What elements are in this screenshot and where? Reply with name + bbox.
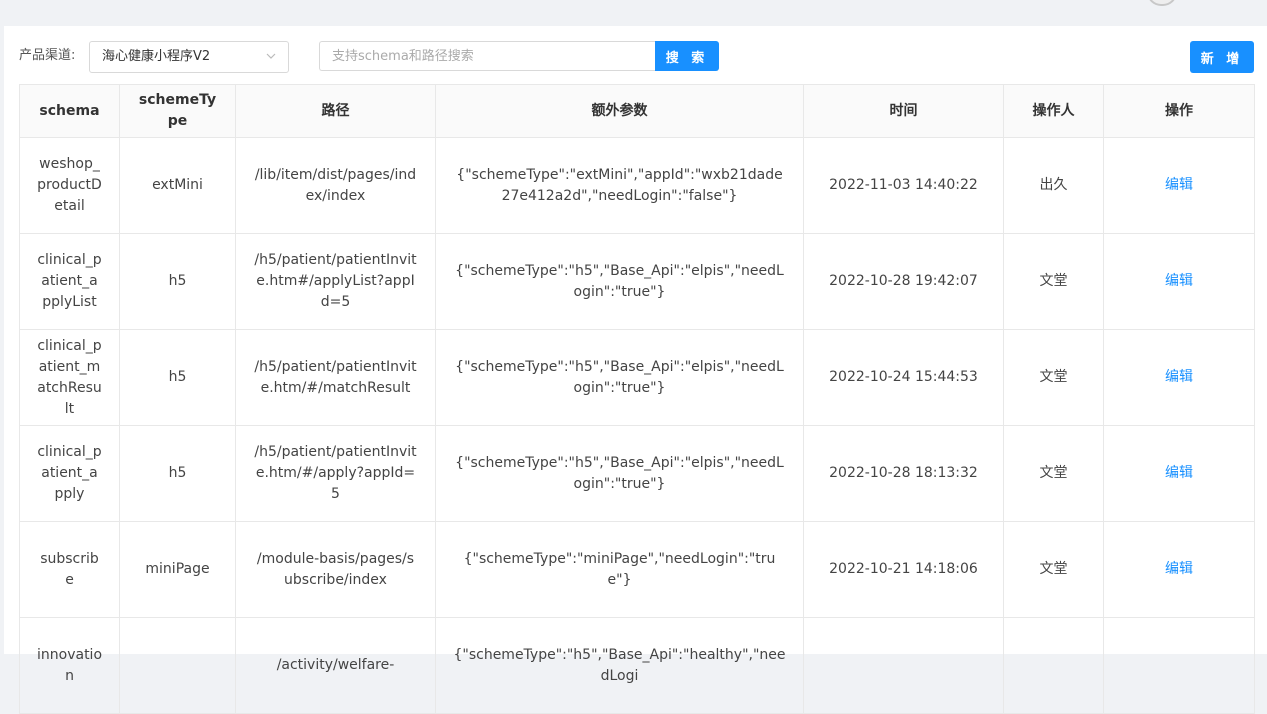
scheme-type-cell: h5	[119, 329, 236, 426]
schema-table: schema schemeType 路径 额外参数 时间 操作人 操作 wesh…	[19, 84, 1255, 714]
scheme-type-cell	[119, 617, 236, 714]
operator-cell: 文堂	[1003, 521, 1104, 618]
column-header-scheme-type: schemeType	[119, 84, 236, 138]
schema-link[interactable]: weshop_productDetail	[19, 137, 120, 234]
operator-cell: 文堂	[1003, 425, 1104, 522]
action-cell: 编辑	[1103, 233, 1255, 330]
operator-cell: 文堂	[1003, 233, 1104, 330]
schema-link[interactable]: clinical_patient_matchResult	[19, 329, 120, 426]
action-cell: 编辑	[1103, 425, 1255, 522]
table-row: subscribe miniPage /module-basis/pages/s…	[19, 521, 1255, 618]
chevron-down-icon	[266, 53, 276, 59]
table-row: clinical_patient_apply h5 /h5/patient/pa…	[19, 425, 1255, 522]
add-button[interactable]: 新 增	[1190, 41, 1254, 73]
column-header-action: 操作	[1103, 84, 1255, 138]
schema-link[interactable]: clinical_patient_applyList	[19, 233, 120, 330]
table-row: clinical_patient_applyList h5 /h5/patien…	[19, 233, 1255, 330]
channel-select[interactable]: 海心健康小程序V2	[89, 41, 289, 73]
operator-cell	[1003, 617, 1104, 714]
operator-cell: 出久	[1003, 137, 1104, 234]
scheme-type-cell: miniPage	[119, 521, 236, 618]
action-cell: 编辑	[1103, 521, 1255, 618]
column-header-params: 额外参数	[435, 84, 804, 138]
channel-label: 产品渠道:	[19, 48, 76, 63]
params-cell: {"schemeType":"h5","Base_Api":"elpis","n…	[435, 425, 804, 522]
action-cell: 编辑	[1103, 329, 1255, 426]
time-cell: 2022-11-03 14:40:22	[803, 137, 1004, 234]
table-header-row: schema schemeType 路径 额外参数 时间 操作人 操作	[19, 84, 1255, 138]
column-header-operator: 操作人	[1003, 84, 1104, 138]
schema-link[interactable]: subscribe	[19, 521, 120, 618]
column-header-schema: schema	[19, 84, 120, 138]
params-cell: {"schemeType":"h5","Base_Api":"elpis","n…	[435, 233, 804, 330]
params-cell: {"schemeType":"miniPage","needLogin":"tr…	[435, 521, 804, 618]
channel-select-value: 海心健康小程序V2	[102, 49, 211, 64]
edit-link[interactable]: 编辑	[1165, 273, 1193, 289]
operator-cell: 文堂	[1003, 329, 1104, 426]
params-cell: {"schemeType":"extMini","appId":"wxb21da…	[435, 137, 804, 234]
path-cell: /h5/patient/patientInvite.htm/#/apply?ap…	[235, 425, 436, 522]
params-cell: {"schemeType":"h5","Base_Api":"elpis","n…	[435, 329, 804, 426]
path-cell: /module-basis/pages/subscribe/index	[235, 521, 436, 618]
column-header-time: 时间	[803, 84, 1004, 138]
path-cell: /activity/welfare-	[235, 617, 436, 714]
time-cell: 2022-10-24 15:44:53	[803, 329, 1004, 426]
top-bar	[0, 0, 1267, 26]
action-cell: 编辑	[1103, 137, 1255, 234]
time-cell: 2022-10-28 19:42:07	[803, 233, 1004, 330]
table-row: clinical_patient_matchResult h5 /h5/pati…	[19, 329, 1255, 426]
column-header-path: 路径	[235, 84, 436, 138]
path-cell: /h5/patient/patientInvite.htm/#/matchRes…	[235, 329, 436, 426]
edit-link[interactable]: 编辑	[1165, 561, 1193, 577]
scheme-type-cell: h5	[119, 233, 236, 330]
table-row: innovation /activity/welfare- {"schemeTy…	[19, 617, 1255, 714]
path-cell: /h5/patient/patientInvite.htm#/applyList…	[235, 233, 436, 330]
scheme-type-cell: extMini	[119, 137, 236, 234]
time-cell: 2022-10-21 14:18:06	[803, 521, 1004, 618]
table-row: weshop_productDetail extMini /lib/item/d…	[19, 137, 1255, 234]
scheme-type-cell: h5	[119, 425, 236, 522]
edit-link[interactable]: 编辑	[1165, 465, 1193, 481]
params-cell: {"schemeType":"h5","Base_Api":"healthy",…	[435, 617, 804, 714]
edit-link[interactable]: 编辑	[1165, 177, 1193, 193]
edit-link[interactable]: 编辑	[1165, 369, 1193, 385]
search-button[interactable]: 搜 索	[655, 41, 719, 71]
time-cell: 2022-10-28 18:13:32	[803, 425, 1004, 522]
path-cell: /lib/item/dist/pages/index/index	[235, 137, 436, 234]
time-cell	[803, 617, 1004, 714]
search-input[interactable]	[319, 41, 655, 71]
action-cell	[1103, 617, 1255, 714]
schema-link[interactable]: clinical_patient_apply	[19, 425, 120, 522]
schema-link[interactable]: innovation	[19, 617, 120, 714]
